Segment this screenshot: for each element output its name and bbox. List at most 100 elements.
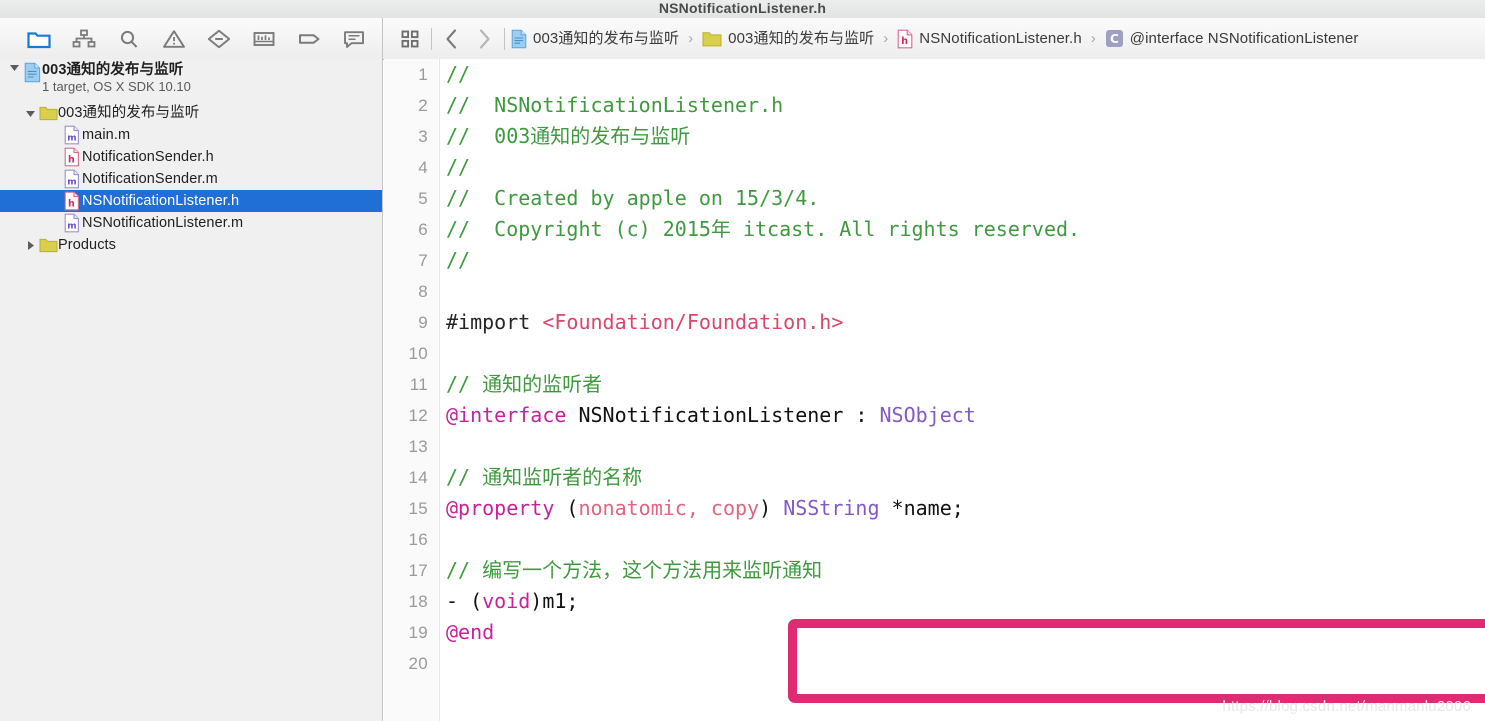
navigator-item-label: NSNotificationListener.m — [82, 215, 244, 231]
code-line[interactable]: 3 // 003通知的发布与监听 — [384, 121, 1485, 152]
code-token: @property — [446, 496, 555, 520]
navigator-row-notificationsender-h[interactable]: h NotificationSender.h — [0, 146, 382, 168]
code-token: @interface — [446, 403, 567, 427]
navigator-item-label: main.m — [82, 127, 131, 143]
code-text: @end — [446, 617, 494, 648]
code-line[interactable]: 12 @interface NSNotificationListener : NS… — [384, 400, 1485, 431]
disclosure-triangle-open-icon[interactable] — [22, 108, 38, 119]
code-line[interactable]: 5 // Created by apple on 15/3/4. — [384, 183, 1485, 214]
code-text: // Copyright (c) 2015年 itcast. All right… — [446, 214, 1080, 245]
code-line[interactable]: 6 // Copyright (c) 2015年 itcast. All righ… — [384, 214, 1485, 245]
code-token: ( — [554, 496, 579, 520]
window-titlebar: NSNotificationListener.h — [0, 0, 1485, 19]
code-line[interactable]: 13 — [384, 431, 1485, 462]
project-file-icon — [511, 29, 527, 49]
code-line[interactable]: 1 // — [384, 59, 1485, 90]
code-line[interactable]: 15 @property (nonatomic, copy) NSString *… — [384, 493, 1485, 524]
code-token: // 003通知的发布与监听 — [446, 124, 691, 148]
navigator-row-products[interactable]: Products — [0, 234, 382, 256]
code-text: // Created by apple on 15/3/4. — [446, 183, 819, 214]
code-token: // Created by apple on 15/3/4. — [446, 186, 820, 210]
xcode-window: NSNotificationListener.h 003通知的发布与监听 › 0… — [0, 0, 1485, 721]
h-file-icon: h — [62, 191, 82, 211]
navigator-row-group[interactable]: 003通知的发布与监听 — [0, 102, 382, 124]
code-line[interactable]: 10 — [384, 338, 1485, 369]
code-content[interactable]: 1 // 2 // NSNotificationListener.h 3 // 003通知… — [384, 59, 1485, 721]
project-navigator[interactable]: 003通知的发布与监听 1 target, OS X SDK 10.10 003… — [0, 59, 383, 721]
navigator-item-label: 003通知的发布与监听 — [58, 105, 200, 121]
navigator-row-notificationsender-m[interactable]: m NotificationSender.m — [0, 168, 382, 190]
code-token: // 通知监听者的名称 — [446, 465, 643, 489]
folder-icon — [702, 30, 722, 48]
grid-icon[interactable] — [393, 18, 427, 59]
code-text: // 通知的监听者 — [446, 369, 602, 400]
code-line[interactable]: 4 // — [384, 152, 1485, 183]
breakpoint-tag-icon[interactable] — [286, 18, 331, 59]
breadcrumb-label: @interface NSNotificationListener — [1129, 30, 1359, 47]
code-token: @end — [446, 620, 495, 644]
diamond-minus-icon[interactable] — [196, 18, 241, 59]
code-token: nonatomic, copy — [578, 496, 760, 520]
code-text: - (void)m1; — [446, 586, 578, 617]
m-file-icon: m — [62, 169, 82, 189]
navigator-row-nsnotificationlistener-h[interactable]: h NSNotificationListener.h — [0, 190, 382, 212]
line-number: 10 — [408, 344, 428, 363]
code-line[interactable]: 11 // 通知的监听者 — [384, 369, 1485, 400]
hierarchy-icon[interactable] — [61, 18, 106, 59]
disclosure-triangle-closed-icon[interactable] — [22, 240, 38, 251]
svg-text:C: C — [1110, 32, 1119, 46]
toolbar-strip: 003通知的发布与监听 › 003通知的发布与监听 › h NSNotifica… — [0, 18, 1485, 60]
watermark: https://blog.csdn.net/manmanlu2006 — [1222, 698, 1471, 715]
navigator-selector-bar — [0, 18, 383, 59]
code-line[interactable]: 20 — [384, 648, 1485, 679]
navigator-row-project-root[interactable]: 003通知的发布与监听 1 target, OS X SDK 10.10 — [0, 59, 382, 102]
report-message-icon[interactable] — [331, 18, 376, 59]
window-title: NSNotificationListener.h — [658, 0, 827, 16]
line-number: 12 — [408, 406, 428, 425]
debug-gauge-icon[interactable] — [241, 18, 286, 59]
line-number: 8 — [418, 282, 428, 301]
search-icon[interactable] — [106, 18, 151, 59]
code-text: @interface NSNotificationListener : NSOb… — [446, 400, 976, 431]
folder-icon[interactable] — [16, 18, 61, 59]
code-line[interactable]: 8 — [384, 276, 1485, 307]
breadcrumb-chevron: › — [1090, 30, 1096, 47]
line-number: 20 — [408, 654, 428, 673]
source-editor[interactable]: 1 // 2 // NSNotificationListener.h 3 // 003通知… — [384, 59, 1485, 721]
navigator-row-nsnotificationlistener-m[interactable]: m NSNotificationListener.m — [0, 212, 382, 234]
code-line[interactable]: 2 // NSNotificationListener.h — [384, 90, 1485, 121]
breadcrumb-segment-project[interactable]: 003通知的发布与监听 — [509, 18, 681, 59]
line-number: 5 — [418, 189, 428, 208]
code-line[interactable]: 16 — [384, 524, 1485, 555]
breadcrumb-label: 003通知的发布与监听 — [728, 30, 875, 47]
breadcrumb-label: 003通知的发布与监听 — [533, 30, 680, 47]
navigator-item-label: NotificationSender.h — [82, 149, 214, 165]
svg-text:h: h — [902, 36, 909, 47]
forward-button[interactable] — [468, 18, 500, 59]
navigator-row-main-m[interactable]: m main.m — [0, 124, 382, 146]
warning-triangle-icon[interactable] — [151, 18, 196, 59]
code-text: @property (nonatomic, copy) NSString *na… — [446, 493, 964, 524]
code-line[interactable]: 9 #import <Foundation/Foundation.h> — [384, 307, 1485, 338]
breadcrumb-segment-file[interactable]: h NSNotificationListener.h — [895, 18, 1084, 59]
back-button[interactable] — [436, 18, 468, 59]
header-file-icon: h — [897, 29, 913, 49]
code-line[interactable]: 7 // — [384, 245, 1485, 276]
line-number: 11 — [409, 375, 428, 394]
code-token: *name; — [879, 496, 964, 520]
code-line[interactable]: 17 // 编写一个方法，这个方法用来监听通知 — [384, 555, 1485, 586]
breadcrumb-segment-symbol[interactable]: C @interface NSNotificationListener — [1103, 18, 1361, 59]
line-number: 1 — [418, 65, 428, 84]
code-line[interactable]: 19 @end — [384, 617, 1485, 648]
navigator-item-label: NotificationSender.m — [82, 171, 218, 187]
disclosure-triangle-open-icon[interactable] — [6, 62, 22, 73]
code-token: #import — [446, 310, 543, 334]
code-text: // — [446, 59, 470, 90]
svg-text:h: h — [68, 154, 75, 165]
navigator-item-label: Products — [58, 237, 117, 253]
code-token: // — [446, 248, 471, 272]
line-number: 19 — [408, 623, 428, 642]
breadcrumb-segment-group[interactable]: 003通知的发布与监听 — [700, 18, 876, 59]
code-line[interactable]: 14 // 通知监听者的名称 — [384, 462, 1485, 493]
code-line[interactable]: 18 - (void)m1; — [384, 586, 1485, 617]
